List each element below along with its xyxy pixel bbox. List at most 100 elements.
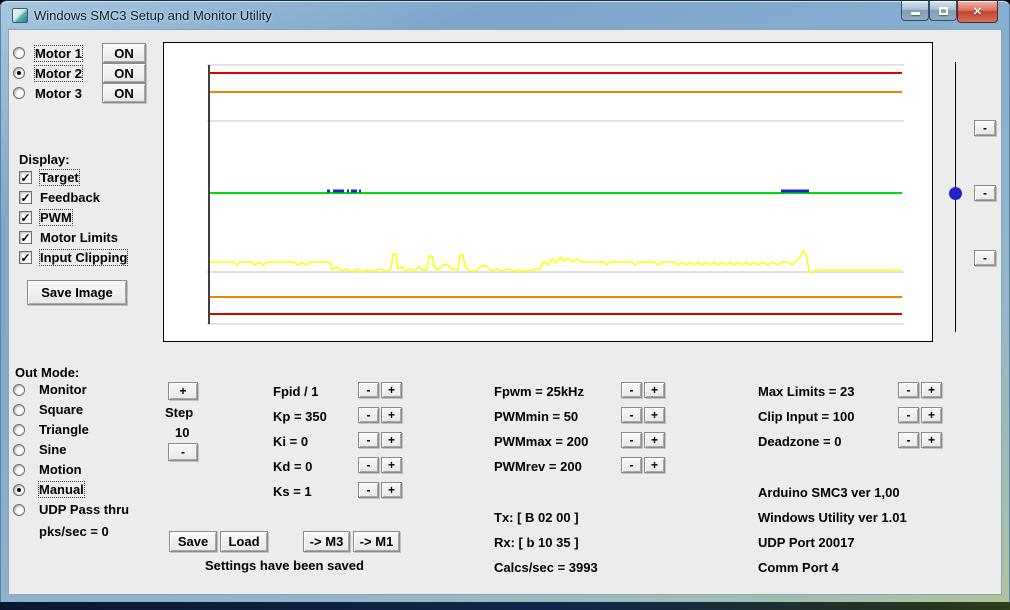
ks-minus-button[interactable]: - [358, 482, 379, 498]
triangle-label[interactable]: Triangle [39, 422, 89, 437]
fpwm-minus-button[interactable]: - [621, 382, 642, 398]
square-label[interactable]: Square [39, 402, 83, 417]
calcs-per-sec: Calcs/sec = 3993 [494, 560, 598, 575]
close-button[interactable]: ✕ [957, 1, 998, 23]
kp-minus-button[interactable]: - [358, 407, 379, 423]
pks-per-sec-label: pks/sec = 0 [39, 524, 109, 539]
step-value: 10 [175, 425, 190, 440]
kp-plus-button[interactable]: + [381, 407, 402, 423]
checkbox-pwm[interactable]: ✓ [19, 211, 32, 224]
app-icon [12, 8, 28, 23]
desktop-background [0, 602, 1010, 610]
pwmrev-minus-button[interactable]: - [621, 457, 642, 473]
motor-2-on-button[interactable]: ON [102, 63, 146, 83]
udp-pass-thru-label[interactable]: UDP Pass thru [39, 502, 129, 517]
pwmmax-plus-button[interactable]: + [644, 432, 665, 448]
manual-label[interactable]: Manual [38, 481, 85, 498]
save-button[interactable]: Save [169, 531, 217, 552]
deadzone-minus-button[interactable]: - [898, 432, 919, 448]
fpwm-label: Fpwm = 25kHz [494, 384, 584, 399]
pwmmax-label: PWMmax = 200 [494, 434, 589, 449]
radio-motion[interactable] [13, 464, 25, 476]
radio-square[interactable] [13, 404, 25, 416]
settings-status-text: Settings have been saved [205, 558, 364, 573]
clip-input-minus-button[interactable]: - [898, 407, 919, 423]
minimize-button[interactable] [901, 1, 929, 21]
comm-port: Comm Port 4 [758, 560, 839, 575]
rx-status: Rx: [ b 10 35 ] [494, 535, 579, 550]
max-limits-plus-button[interactable]: + [921, 382, 942, 398]
slider-minus-top-button[interactable]: - [974, 120, 996, 136]
udp-port: UDP Port 20017 [758, 535, 855, 550]
fpid-plus-button[interactable]: + [381, 382, 402, 398]
motor-3-label[interactable]: Motor 3 [35, 86, 82, 101]
kp-label: Kp = 350 [273, 409, 327, 424]
radio-motor-2[interactable] [13, 67, 25, 79]
radio-motor-1[interactable] [13, 47, 25, 59]
chart-svg [207, 64, 904, 325]
deadzone-plus-button[interactable]: + [921, 432, 942, 448]
load-button[interactable]: Load [220, 531, 268, 552]
slider-minus-mid-button[interactable]: - [974, 185, 996, 201]
max-limits-label: Max Limits = 23 [758, 384, 855, 399]
ki-label: Ki = 0 [273, 434, 309, 449]
step-minus-button[interactable]: - [168, 443, 198, 461]
send-to-m1-button[interactable]: -> M1 [353, 531, 400, 552]
trace-pwm [210, 249, 902, 274]
motor-1-label[interactable]: Motor 1 [34, 45, 83, 62]
send-to-m3-button[interactable]: -> M3 [303, 531, 350, 552]
window-title: Windows SMC3 Setup and Monitor Utility [34, 8, 272, 23]
radio-manual[interactable] [13, 484, 25, 496]
pwmrev-plus-button[interactable]: + [644, 457, 665, 473]
checkbox-motor-limits[interactable]: ✓ [19, 231, 32, 244]
checkbox-target[interactable]: ✓ [19, 171, 32, 184]
kd-plus-button[interactable]: + [381, 457, 402, 473]
step-plus-button[interactable]: + [168, 382, 198, 400]
pwm-label[interactable]: PWM [39, 209, 73, 226]
close-icon: ✕ [972, 6, 983, 18]
ki-minus-button[interactable]: - [358, 432, 379, 448]
kd-minus-button[interactable]: - [358, 457, 379, 473]
step-label: Step [165, 405, 194, 420]
max-limits-minus-button[interactable]: - [898, 382, 919, 398]
motor-1-on-button[interactable]: ON [102, 43, 146, 63]
radio-sine[interactable] [13, 444, 25, 456]
manual-slider-thumb[interactable] [949, 187, 962, 200]
fpwm-plus-button[interactable]: + [644, 382, 665, 398]
motor-limits-label[interactable]: Motor Limits [40, 230, 118, 245]
ki-plus-button[interactable]: + [381, 432, 402, 448]
slider-minus-bottom-button[interactable]: - [974, 250, 996, 266]
radio-triangle[interactable] [13, 424, 25, 436]
radio-motor-3[interactable] [13, 87, 25, 99]
pwmmax-minus-button[interactable]: - [621, 432, 642, 448]
checkbox-feedback[interactable]: ✓ [19, 191, 32, 204]
fpid-minus-button[interactable]: - [358, 382, 379, 398]
motor-3-on-button[interactable]: ON [102, 83, 146, 103]
maximize-button[interactable] [929, 1, 957, 21]
deadzone-label: Deadzone = 0 [758, 434, 842, 449]
radio-monitor[interactable] [13, 384, 25, 396]
feedback-label[interactable]: Feedback [40, 190, 100, 205]
display-heading: Display: [19, 152, 70, 167]
save-image-button[interactable]: Save Image [27, 280, 127, 305]
out-mode-heading: Out Mode: [15, 365, 80, 380]
motion-label[interactable]: Motion [39, 462, 82, 477]
motor-2-label[interactable]: Motor 2 [34, 65, 83, 82]
pwmmin-plus-button[interactable]: + [644, 407, 665, 423]
sine-label[interactable]: Sine [39, 442, 66, 457]
kd-label: Kd = 0 [273, 459, 313, 474]
pwmmin-minus-button[interactable]: - [621, 407, 642, 423]
ks-label: Ks = 1 [273, 484, 312, 499]
scope-chart [163, 42, 933, 342]
minimize-icon [910, 12, 920, 15]
checkbox-input-clipping[interactable]: ✓ [19, 251, 32, 264]
input-clipping-label[interactable]: Input Clipping [38, 249, 129, 266]
title-bar[interactable]: Windows SMC3 Setup and Monitor Utility ✕ [0, 1, 1010, 29]
target-label[interactable]: Target [39, 169, 80, 186]
monitor-label[interactable]: Monitor [39, 382, 87, 397]
clip-input-label: Clip Input = 100 [758, 409, 855, 424]
radio-udp-pass-thru[interactable] [13, 504, 25, 516]
ks-plus-button[interactable]: + [381, 482, 402, 498]
app-window: Windows SMC3 Setup and Monitor Utility ✕… [0, 0, 1010, 602]
clip-input-plus-button[interactable]: + [921, 407, 942, 423]
